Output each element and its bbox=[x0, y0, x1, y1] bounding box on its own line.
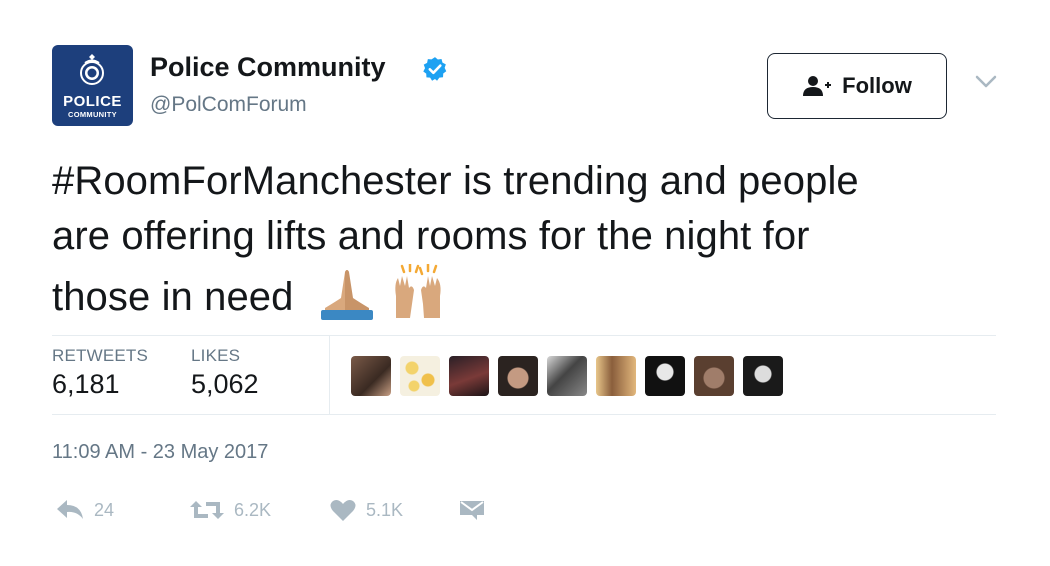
chevron-down-icon[interactable] bbox=[974, 74, 998, 90]
liker-avatar[interactable] bbox=[743, 356, 783, 396]
divider bbox=[52, 414, 996, 415]
tweet-text-line: #RoomForManchester is trending and peopl… bbox=[52, 159, 859, 203]
follow-button-label: Follow bbox=[842, 73, 912, 98]
liker-avatar[interactable] bbox=[449, 356, 489, 396]
tweet-text-line-with-emoji: those in need bbox=[52, 264, 1012, 325]
tweet-timestamp[interactable]: 11:09 AM - 23 May 2017 bbox=[52, 441, 268, 464]
tweet-text: #RoomForManchester is trending and peopl… bbox=[52, 154, 1012, 325]
retweet-button[interactable]: 6.2K bbox=[190, 495, 271, 525]
like-count: 5.1K bbox=[366, 499, 404, 520]
retweets-label: RETWEETS bbox=[52, 346, 149, 365]
retweets-stat[interactable]: RETWEETS 6,181 bbox=[52, 346, 148, 400]
liker-avatar[interactable] bbox=[351, 356, 391, 396]
likes-count: 5,062 bbox=[191, 369, 259, 399]
like-button[interactable]: 5.1K bbox=[330, 495, 403, 525]
heart-icon bbox=[330, 500, 356, 521]
likes-stat[interactable]: LIKES 5,062 bbox=[191, 346, 259, 400]
folded-hands-emoji-icon bbox=[320, 270, 373, 320]
liker-avatar[interactable] bbox=[645, 356, 685, 396]
display-name[interactable]: Police Community bbox=[150, 52, 386, 83]
raising-hands-emoji-icon bbox=[395, 264, 441, 318]
avatar-logo-subtext: COMMUNITY bbox=[68, 110, 117, 119]
liker-avatar[interactable] bbox=[400, 356, 440, 396]
liker-avatar[interactable] bbox=[596, 356, 636, 396]
tweet-text-line: are offering lifts and rooms for the nig… bbox=[52, 214, 810, 258]
follow-user-icon bbox=[803, 76, 832, 96]
profile-avatar[interactable]: POLICE COMMUNITY bbox=[52, 45, 133, 126]
retweet-count: 6.2K bbox=[234, 499, 272, 520]
user-handle[interactable]: @PolComForum bbox=[150, 93, 307, 117]
retweet-icon bbox=[190, 501, 224, 519]
tweet-text-line: those in need bbox=[52, 275, 294, 319]
avatar-logo-text: POLICE bbox=[63, 93, 122, 110]
follow-button[interactable]: Follow bbox=[767, 53, 947, 119]
liker-avatar[interactable] bbox=[694, 356, 734, 396]
verified-badge-icon bbox=[423, 57, 447, 81]
divider bbox=[329, 336, 330, 414]
envelope-icon bbox=[460, 501, 484, 520]
police-crest-icon bbox=[80, 54, 104, 85]
reply-icon bbox=[57, 500, 83, 519]
direct-message-button[interactable] bbox=[458, 495, 486, 525]
reply-button[interactable]: 24 bbox=[56, 495, 114, 525]
retweets-count: 6,181 bbox=[52, 369, 120, 399]
likes-label: LIKES bbox=[191, 346, 241, 365]
liker-avatar[interactable] bbox=[547, 356, 587, 396]
liker-avatar[interactable] bbox=[498, 356, 538, 396]
reply-count: 24 bbox=[94, 499, 115, 520]
divider bbox=[52, 335, 996, 336]
